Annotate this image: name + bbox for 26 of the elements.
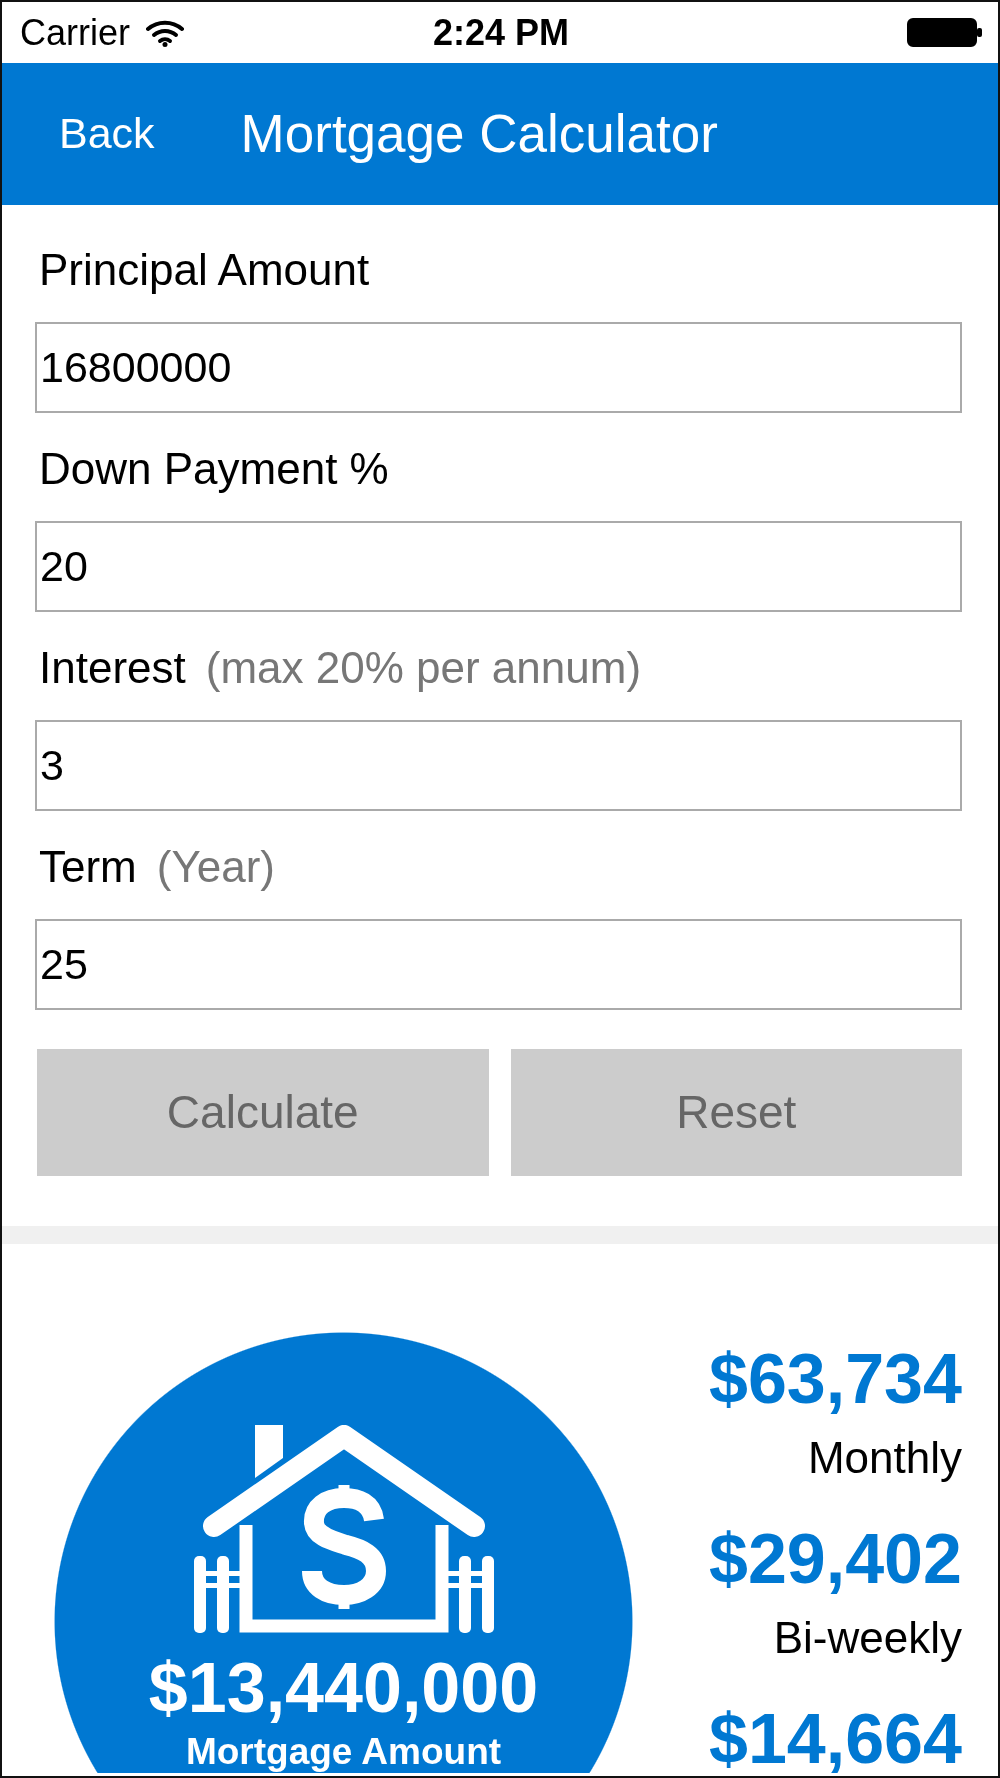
house-dollar-icon — [193, 1425, 494, 1633]
mortgage-amount-label: Mortgage Amount — [185, 1733, 502, 1770]
carrier-label: Carrier — [20, 12, 130, 53]
input-field[interactable]: 3 — [35, 720, 962, 811]
field-label: Term — [39, 842, 137, 891]
payment-amount: $14,664 — [707, 1704, 962, 1773]
field-label: Down Payment % — [39, 444, 389, 493]
field-label: Interest — [39, 643, 186, 692]
battery-icon — [907, 18, 982, 47]
status-time: 2:24 PM — [432, 12, 570, 53]
payment-amount: $29,402 — [707, 1524, 962, 1594]
payment-period: Bi-weekly — [772, 1616, 962, 1660]
back-button[interactable]: Back — [59, 110, 155, 158]
field-label: Principal Amount — [39, 245, 370, 294]
payment-period: Monthly — [806, 1436, 962, 1480]
field-note: (Year) — [156, 842, 275, 891]
input-field[interactable]: 16800000 — [35, 322, 962, 413]
input-field[interactable]: 25 — [35, 919, 962, 1010]
mortgage-amount: $13,440,000 — [148, 1653, 539, 1723]
screen-title: Mortgage Calculator — [240, 104, 718, 164]
action-button[interactable]: Calculate — [37, 1049, 489, 1176]
field-note: (max 20% per annum) — [205, 643, 642, 692]
payment-amount: $63,734 — [707, 1344, 962, 1414]
input-field[interactable]: 20 — [35, 521, 962, 612]
wifi-icon — [146, 18, 184, 47]
action-button[interactable]: Reset — [510, 1049, 962, 1176]
